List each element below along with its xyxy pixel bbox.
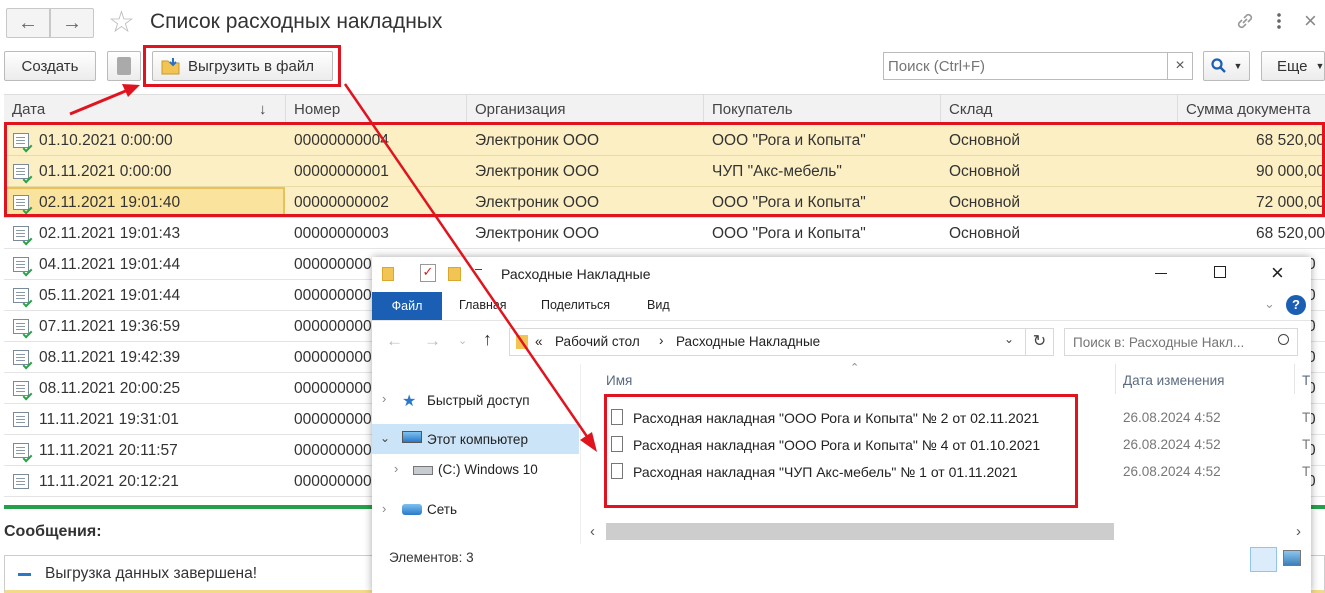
annotation-arrows bbox=[69, 83, 597, 452]
